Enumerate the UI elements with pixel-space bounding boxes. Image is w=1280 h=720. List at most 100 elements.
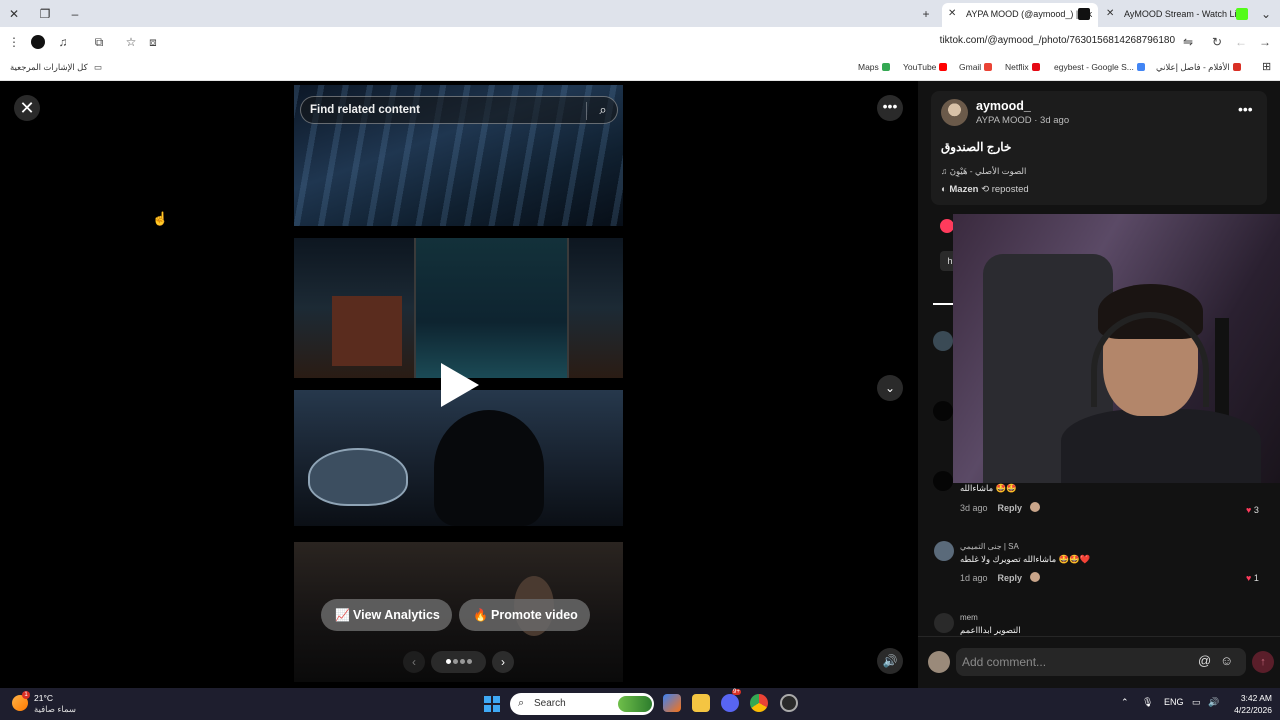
comment-like-button[interactable]: ♥ 3	[1246, 505, 1259, 515]
screen: ✕ ❐ – + ✕ AYPA MOOD (@aymood_) | Tik ✕ A…	[0, 0, 1280, 720]
tab-close-icon[interactable]: ✕	[1106, 3, 1114, 25]
slide-dot[interactable]	[466, 659, 472, 664]
taskbar: 1 21°C سماء صافية ⌕ Search 9+ ⌃ 🎙 ENG ▭ …	[0, 688, 1280, 720]
menu-icon[interactable]: ⋮	[6, 34, 22, 50]
browser-tab-tiktok[interactable]: ✕ AYPA MOOD (@aymood_) | Tik	[942, 3, 1098, 27]
site-settings-icon[interactable]: ⇋	[1180, 34, 1196, 50]
youtube-icon	[939, 63, 948, 71]
comment-meta: 3d ago Reply	[960, 502, 1041, 513]
forward-arrow-icon[interactable]: →	[1257, 34, 1273, 50]
avatar[interactable]	[934, 541, 954, 561]
post-info-card: aymood_ AYPA MOOD · 3d ago ••• خارج الصن…	[931, 91, 1267, 205]
slide-dot[interactable]	[459, 659, 465, 664]
avatar[interactable]	[933, 471, 953, 491]
bookmarks-bar: كل الإشارات المرجعية ▭ Maps YouTube Gmai…	[0, 57, 1280, 81]
promote-video-button[interactable]: 🔥 Promote video	[459, 599, 590, 631]
file-explorer-icon[interactable]	[692, 694, 710, 712]
browser-tab-stream[interactable]: ✕ AyMOOD Stream - Watch Live	[1100, 3, 1252, 27]
bookmark-netflix[interactable]: Netflix	[1005, 62, 1040, 72]
bookmark-maps[interactable]: Maps	[858, 62, 890, 72]
temperature[interactable]: 21°C	[34, 693, 53, 703]
avatar[interactable]	[941, 99, 968, 126]
network-icon[interactable]: ▭	[1192, 697, 1201, 708]
chevron-left-icon: ‹	[412, 655, 416, 669]
extensions-icon[interactable]: ⧉	[91, 34, 107, 50]
profile-icon[interactable]	[31, 35, 45, 49]
tab-search-icon[interactable]: ⌄	[1257, 5, 1275, 23]
avatar[interactable]	[934, 613, 954, 633]
mention-icon[interactable]: @	[1198, 653, 1211, 668]
more-dots-icon[interactable]: •••	[1238, 101, 1253, 117]
netflix-icon	[1031, 63, 1040, 71]
reply-button[interactable]: Reply	[998, 573, 1023, 583]
comment-author[interactable]: mem	[960, 613, 978, 622]
kick-favicon-icon	[1236, 8, 1248, 20]
reload-icon[interactable]: ↻	[1209, 34, 1225, 50]
repost-user[interactable]: Mazen	[949, 184, 978, 195]
comment-time: 1d ago	[960, 573, 988, 583]
view-analytics-button[interactable]: 📈 View Analytics	[321, 599, 452, 631]
bookmark-star-icon[interactable]: ☆	[123, 34, 139, 50]
discord-badge: 9+	[732, 689, 741, 695]
next-slide-button[interactable]: ›	[492, 651, 514, 673]
restore-window-icon[interactable]: ❐	[36, 5, 54, 23]
photo-panel-2	[294, 238, 623, 378]
next-post-button[interactable]: ⌄	[877, 375, 903, 401]
minimize-window-icon[interactable]: –	[66, 5, 84, 23]
chevron-up-icon[interactable]: ⌃	[1121, 697, 1129, 708]
slide-indicator	[431, 651, 486, 673]
taskbar-search[interactable]: ⌕ Search	[510, 693, 654, 715]
clock-time[interactable]: 3:42 AM	[1232, 693, 1272, 703]
play-icon[interactable]	[441, 363, 479, 407]
slide-dot[interactable]	[452, 659, 458, 664]
media-control-icon[interactable]: ♫	[55, 34, 71, 50]
username[interactable]: aymood_	[976, 99, 1031, 113]
post-meta: AYPA MOOD · 3d ago	[976, 115, 1070, 126]
sound-link[interactable]: ♫ الصوت الأصلي - هَيْوِنَ	[941, 166, 1026, 177]
heart-icon: ♥	[1246, 573, 1252, 583]
comment-input[interactable]	[962, 651, 1192, 673]
address-bar[interactable]: tiktok.com/@aymood_/photo/76301568142687…	[880, 35, 1175, 46]
chevron-down-icon: ⌄	[884, 381, 896, 395]
bookmark-label: الأفلام - فاصل إعلاني	[1156, 62, 1230, 72]
new-tab-icon[interactable]: +	[917, 5, 935, 23]
add-comment-bar: @ ☺ ↑	[918, 636, 1280, 688]
volume-button[interactable]: 🔊	[877, 648, 903, 674]
bookmark-aflam[interactable]: الأفلام - فاصل إعلاني	[1156, 62, 1241, 73]
comment-author[interactable]: جنى التميمي | SA	[960, 542, 1019, 551]
apps-grid-icon[interactable]: ⊞	[1262, 60, 1271, 73]
emoji-icon[interactable]: ☺	[1220, 653, 1233, 668]
language-indicator[interactable]: ENG	[1164, 697, 1184, 707]
clock-date[interactable]: 4/22/2026	[1220, 705, 1272, 715]
discord-icon[interactable]: 9+	[721, 689, 741, 712]
search-icon[interactable]: ⌕	[594, 101, 612, 119]
windows-start-icon[interactable]	[484, 696, 500, 712]
avatar[interactable]	[933, 331, 953, 351]
bookmark-youtube[interactable]: YouTube	[903, 62, 948, 72]
previous-slide-button[interactable]: ‹	[403, 651, 425, 673]
bookmark-gmail[interactable]: Gmail	[959, 62, 993, 72]
back-arrow-icon[interactable]: ←	[1233, 34, 1249, 50]
more-options-button[interactable]: •••	[877, 95, 903, 121]
slide-dot[interactable]	[445, 659, 451, 664]
copilot-icon[interactable]	[663, 694, 681, 712]
reply-button[interactable]: Reply	[998, 503, 1023, 513]
comment-like-button[interactable]: ♥ 1	[1246, 573, 1259, 583]
like-button[interactable]	[940, 219, 954, 233]
bookmark-egybest[interactable]: egybest - Google S...	[1054, 62, 1145, 72]
close-viewer-button[interactable]: ✕	[14, 95, 40, 121]
chrome-icon[interactable]	[750, 694, 768, 712]
app-icon[interactable]	[780, 694, 798, 712]
sound-label: الصوت الأصلي - هَيْوِنَ	[949, 166, 1027, 176]
volume-icon[interactable]: 🔊	[1208, 697, 1219, 708]
send-button[interactable]: ↑	[1252, 651, 1274, 673]
cast-icon[interactable]: ⧈	[145, 34, 161, 50]
notification-badge: 1	[22, 691, 30, 699]
find-related-search[interactable]: Find related content ⌕	[300, 96, 618, 124]
microphone-icon[interactable]: 🎙	[1142, 697, 1153, 708]
close-window-icon[interactable]: ✕	[5, 5, 23, 23]
avatar[interactable]	[933, 401, 953, 421]
all-bookmarks-folder[interactable]: كل الإشارات المرجعية ▭	[10, 62, 102, 73]
tab-close-icon[interactable]: ✕	[948, 3, 956, 25]
mouse-pointer-icon: ☝	[152, 211, 169, 226]
